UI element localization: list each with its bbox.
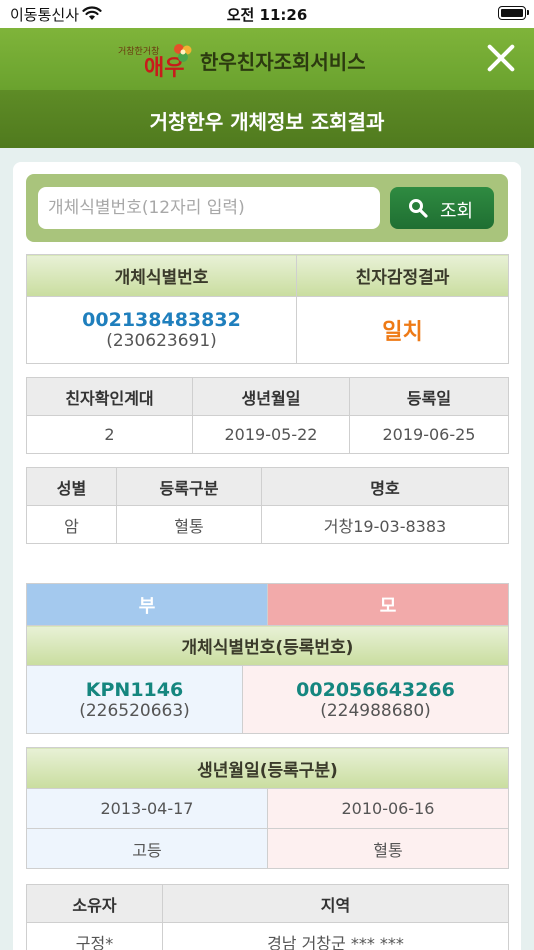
table-cell: 거창19-03-8383 xyxy=(261,505,509,544)
father-header: 부 xyxy=(26,583,268,626)
table-cell: 2019-06-25 xyxy=(349,415,509,454)
father-birth: 2013-04-17 xyxy=(26,788,268,829)
search-icon xyxy=(409,199,428,218)
owner-table: 소유자 지역 구정* 경남 거창군 *** *** xyxy=(26,884,509,950)
id-sub-number: (230623691) xyxy=(106,331,217,351)
battery-icon xyxy=(498,6,529,20)
table-header: 명호 xyxy=(261,467,509,506)
id-number: 002138483832 xyxy=(82,309,241,331)
search-button[interactable]: 조회 xyxy=(390,187,494,229)
parent-birth-header: 생년월일(등록구분) xyxy=(26,747,509,789)
result-header: 친자감정결과 xyxy=(296,254,509,297)
table-header: 친자확인계대 xyxy=(26,377,193,416)
info-table-1: 친자확인계대 생년월일 등록일 2 2019-05-22 2019-06-25 xyxy=(26,377,509,454)
brand-logo: 거창한거창 애우 한우친자조회서비스 xyxy=(118,40,388,81)
table-cell: 경남 거창군 *** *** xyxy=(162,922,509,950)
mother-header: 모 xyxy=(267,583,509,626)
search-input[interactable] xyxy=(38,187,380,229)
page-title: 거창한우 개체정보 조회결과 xyxy=(149,110,385,134)
table-header: 성별 xyxy=(26,467,117,506)
close-icon[interactable] xyxy=(484,41,518,75)
mother-type: 혈통 xyxy=(267,828,509,869)
table-cell: 구정* xyxy=(26,922,163,950)
table-header: 등록일 xyxy=(349,377,509,416)
app-title: 한우친자조회서비스 xyxy=(200,50,366,74)
app-header: 거창한거창 애우 한우친자조회서비스 xyxy=(0,28,534,90)
father-type: 고등 xyxy=(26,828,268,869)
search-button-label: 조회 xyxy=(440,201,474,221)
table-cell: 2 xyxy=(26,415,193,454)
table-cell: 2019-05-22 xyxy=(192,415,350,454)
logo-flower-icon xyxy=(174,44,192,62)
result-cell: 일치 xyxy=(296,296,509,364)
info-table-2: 성별 등록구분 명호 암 혈통 거창19-03-8383 xyxy=(26,467,509,544)
table-cell: 암 xyxy=(26,505,117,544)
father-id: KPN1146 xyxy=(85,678,184,701)
table-header: 등록구분 xyxy=(116,467,262,506)
father-sub-id: (226520663) xyxy=(79,700,190,721)
table-cell: 혈통 xyxy=(116,505,262,544)
table-header: 생년월일 xyxy=(192,377,350,416)
father-id-cell: KPN1146 (226520663) xyxy=(26,665,243,734)
clock: 오전 11:26 xyxy=(226,6,308,24)
mother-sub-id: (224988680) xyxy=(320,700,431,721)
mother-id-cell: 002056643266 (224988680) xyxy=(242,665,509,734)
id-cell: 002138483832 (230623691) xyxy=(26,296,297,364)
id-header: 개체식별번호 xyxy=(26,254,297,297)
mother-id: 002056643266 xyxy=(296,678,455,701)
parents-table: 부 모 개체식별번호(등록번호) KPN1146 (226520663) 002… xyxy=(26,583,509,869)
mother-birth: 2010-06-16 xyxy=(267,788,509,829)
result-table: 개체식별번호 친자감정결과 002138483832 (230623691) 일… xyxy=(26,254,509,364)
page-header: 거창한우 개체정보 조회결과 xyxy=(0,90,534,148)
status-bar: 이동통신사 오전 11:26 xyxy=(0,0,534,28)
parent-id-header: 개체식별번호(등록번호) xyxy=(26,625,509,666)
result-value: 일치 xyxy=(382,320,423,345)
search-bar: 조회 xyxy=(26,174,508,242)
table-header: 지역 xyxy=(162,884,509,923)
table-header: 소유자 xyxy=(26,884,163,923)
